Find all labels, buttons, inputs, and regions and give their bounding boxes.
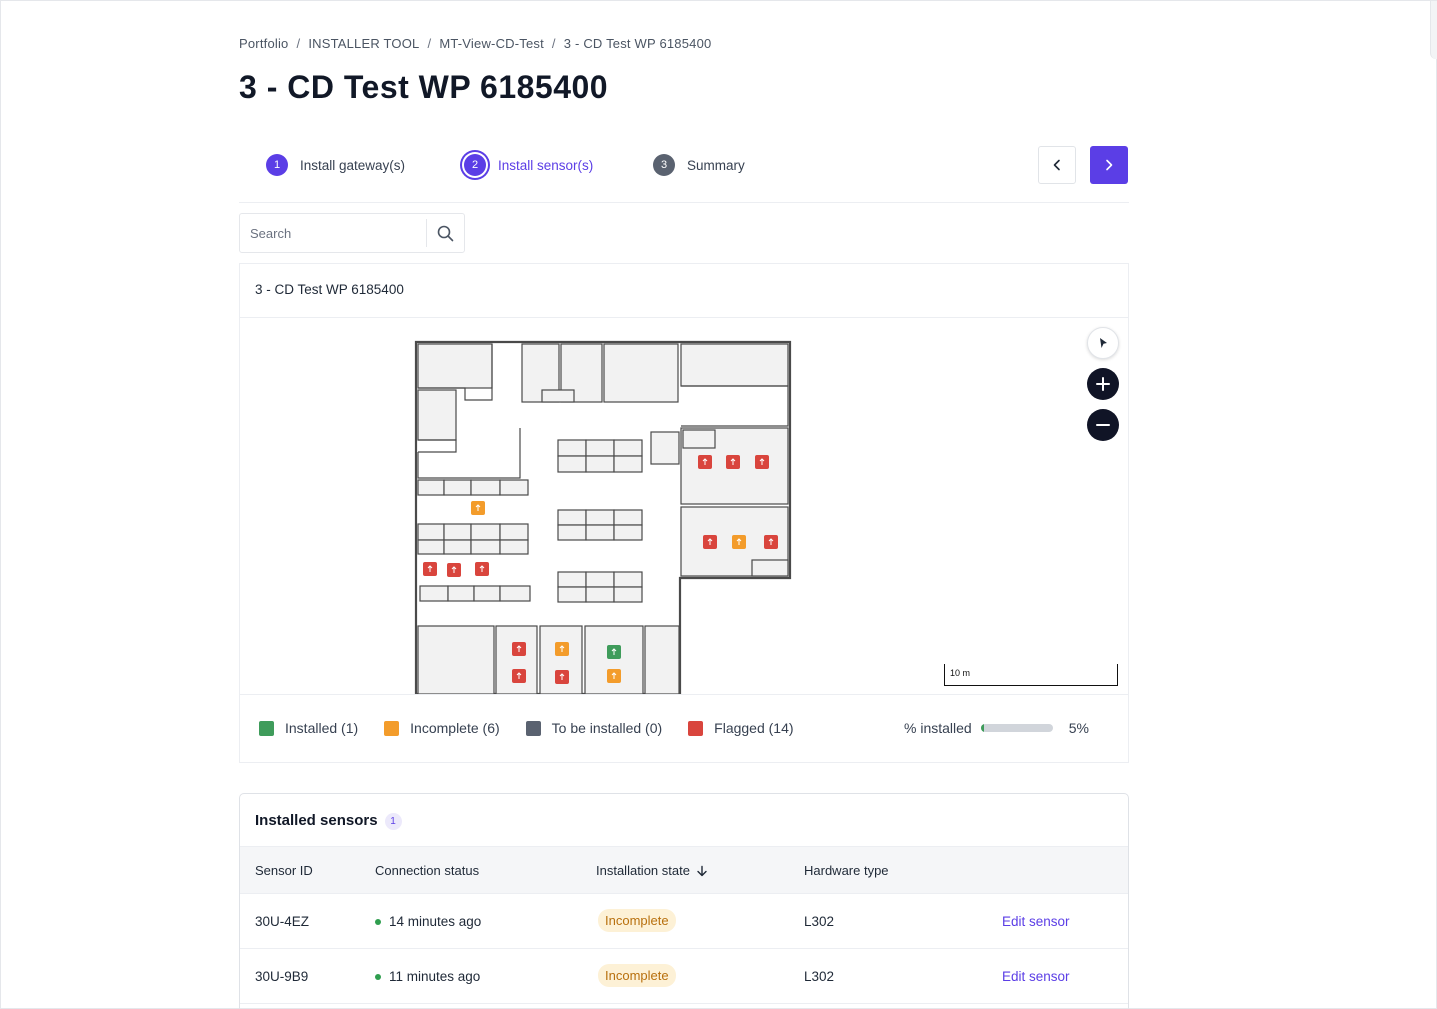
step-install-gateways[interactable]: 1 Install gateway(s) <box>266 154 405 176</box>
search-box <box>239 213 465 253</box>
legend-label: To be installed (0) <box>551 720 663 736</box>
breadcrumb-portfolio[interactable]: Portfolio <box>239 36 289 51</box>
edit-sensor-link[interactable]: Edit sensor <box>1002 914 1070 929</box>
divider <box>240 694 1128 695</box>
progress-value: 5% <box>1068 720 1089 736</box>
compass-icon <box>1100 338 1107 348</box>
status-badge: Incomplete <box>598 964 676 987</box>
count-badge: 1 <box>384 813 402 830</box>
stepper: 1 Install gateway(s) 2 Install sensor(s)… <box>239 145 1129 203</box>
connection-time: 14 minutes ago <box>389 914 482 929</box>
hardware-type: L302 <box>804 914 835 929</box>
legend-label: Installed (1) <box>285 720 359 736</box>
breadcrumb-separator: / <box>296 36 301 51</box>
flagged-swatch <box>688 720 704 736</box>
breadcrumb: Portfolio / INSTALLER TOOL / MT-View-CD-… <box>239 36 711 51</box>
sensor-id: 30U-9B9 <box>255 969 309 984</box>
search-icon <box>437 225 454 241</box>
column-sensor-id[interactable]: Sensor ID <box>255 863 313 878</box>
breadcrumb-current: 3 - CD Test WP 6185400 <box>563 36 712 51</box>
connection-status: 11 minutes ago <box>375 969 480 984</box>
step-label: Install sensor(s) <box>498 157 594 173</box>
incomplete-swatch <box>384 720 400 736</box>
column-label: Installation state <box>596 863 690 878</box>
step-number: 2 <box>464 154 486 176</box>
hardware-type: L302 <box>804 969 835 984</box>
step-label: Summary <box>687 157 745 173</box>
floor-map[interactable]: 10 m <box>240 318 1128 694</box>
status-badge: Incomplete <box>598 909 676 932</box>
connection-time: 11 minutes ago <box>389 969 481 984</box>
table-header: Sensor ID Connection status Installation… <box>240 846 1128 894</box>
column-connection-status[interactable]: Connection status <box>375 863 479 878</box>
legend-flagged: Flagged (14) <box>688 720 794 736</box>
installed-sensors-header: Installed sensors 1 <box>255 811 402 830</box>
chevron-right-icon <box>1106 159 1113 171</box>
legend-incomplete: Incomplete (6) <box>384 720 500 736</box>
installed-progress: % installed 5% <box>904 720 1089 736</box>
side-panel-handle[interactable] <box>1430 1 1437 59</box>
legend-label: Incomplete (6) <box>410 720 500 736</box>
breadcrumb-project[interactable]: MT-View-CD-Test <box>439 36 544 51</box>
installed-sensors-card: Installed sensors 1 Sensor ID Connection… <box>239 793 1129 1009</box>
previous-step-button[interactable] <box>1038 146 1076 184</box>
step-number: 3 <box>653 154 675 176</box>
installer-page: Portfolio / INSTALLER TOOL / MT-View-CD-… <box>0 0 1437 1009</box>
legend-to-be-installed: To be installed (0) <box>525 720 663 736</box>
progress-bar <box>980 724 1053 732</box>
zoom-in-button[interactable] <box>1087 368 1119 400</box>
minus-icon <box>1096 424 1110 426</box>
legend-installed: Installed (1) <box>259 720 358 736</box>
zoom-out-button[interactable] <box>1087 409 1119 441</box>
breadcrumb-separator: / <box>427 36 432 51</box>
installed-swatch <box>259 720 274 736</box>
step-install-sensors[interactable]: 2 Install sensor(s) <box>464 154 593 176</box>
breadcrumb-separator: / <box>551 36 556 51</box>
connection-status: 14 minutes ago <box>375 914 481 929</box>
search-input[interactable] <box>240 215 426 251</box>
sort-arrow-down-icon <box>697 865 707 876</box>
table-row: 30U-9B9 11 minutes ago Incomplete L302 E… <box>240 949 1128 1004</box>
progress-label: % installed <box>904 720 972 736</box>
sensor-id: 30U-4EZ <box>255 914 310 929</box>
column-hardware-type[interactable]: Hardware type <box>804 863 889 878</box>
chevron-left-icon <box>1053 159 1060 171</box>
online-dot <box>375 973 381 980</box>
plus-icon <box>1096 377 1110 391</box>
search-button[interactable] <box>427 225 464 242</box>
table-row: 30U-4EZ 14 minutes ago Incomplete L302 E… <box>240 894 1128 949</box>
section-title: Installed sensors <box>255 812 378 829</box>
reset-north-button[interactable] <box>1087 327 1119 359</box>
page-title: 3 - CD Test WP 6185400 <box>239 69 609 105</box>
status-legend: Installed (1) Incomplete (6) To be insta… <box>259 720 820 736</box>
progress-fill <box>980 724 985 732</box>
step-summary[interactable]: 3 Summary <box>653 154 745 176</box>
edit-sensor-link[interactable]: Edit sensor <box>1002 969 1070 984</box>
step-number: 1 <box>266 154 288 176</box>
scale-label: 10 m <box>950 668 971 678</box>
breadcrumb-installer-tool[interactable]: INSTALLER TOOL <box>308 36 419 51</box>
next-step-button[interactable] <box>1090 146 1128 184</box>
to-be-installed-swatch <box>525 720 541 736</box>
floor-map-card: 3 - CD Test WP 6185400 10 m Installed (1… <box>239 263 1129 763</box>
online-dot <box>375 918 381 925</box>
legend-label: Flagged (14) <box>714 720 794 736</box>
map-scale-bar: 10 m <box>944 664 1118 686</box>
column-installation-state[interactable]: Installation state <box>596 863 708 878</box>
floor-plan <box>414 340 792 694</box>
step-label: Install gateway(s) <box>300 157 406 173</box>
floor-title: 3 - CD Test WP 6185400 <box>255 282 404 297</box>
